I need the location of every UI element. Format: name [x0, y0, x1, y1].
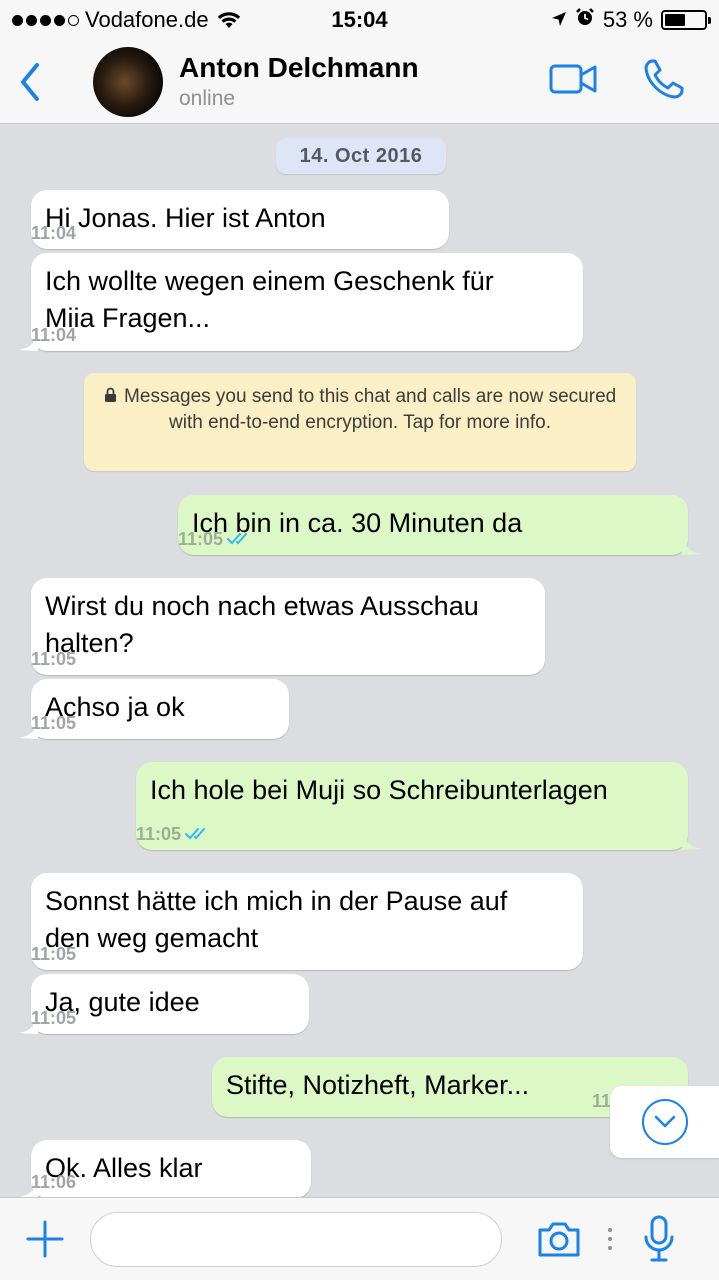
battery-percent: 53 % [602, 7, 653, 32]
message-text: Hi Jonas. Hier ist Anton [45, 203, 326, 233]
message-bubble-outgoing[interactable]: Ich hole bei Muji so Schreibunterlagen 1… [136, 762, 702, 850]
bubble-tail [18, 1180, 38, 1197]
message-input[interactable] [90, 1211, 502, 1267]
back-button[interactable] [0, 40, 60, 124]
microphone-icon [644, 1215, 674, 1262]
message-text: Ich hole bei Muji so Schreibunterlagen [150, 775, 608, 805]
battery-icon [661, 10, 711, 30]
message-bubble-incoming[interactable]: Achso ja ok 11:05 [18, 679, 289, 739]
contact-name: Anton Delchmann [179, 51, 419, 83]
phone-icon [644, 59, 684, 99]
bubble-tail [682, 832, 702, 850]
double-check-icon [185, 828, 206, 840]
wifi-icon [217, 11, 241, 29]
message-time: 11:05 [136, 824, 182, 844]
bubble-tail [18, 1016, 38, 1034]
message-bubble-incoming[interactable]: Wirst du noch nach etwas Ausschau halten… [31, 578, 545, 675]
video-call-button[interactable] [549, 64, 597, 99]
more-options-icon[interactable] [608, 1228, 612, 1250]
message-bubble-incoming[interactable]: Hi Jonas. Hier ist Anton 11:04 [31, 190, 449, 249]
status-bar: Vodafone.de 15:04 53 % [0, 0, 719, 40]
voice-call-button[interactable] [643, 58, 685, 105]
message-bubble-incoming[interactable]: Ja, gute idee 11:05 [18, 974, 309, 1034]
contact-status: online [179, 86, 236, 110]
message-bubble-incoming[interactable]: Ich wollte wegen einem Geschenk für Miia… [18, 253, 583, 351]
chat-area[interactable]: 14. Oct 2016 Hi Jonas. Hier ist Anton 11… [0, 124, 719, 1197]
message-bubble-incoming[interactable]: Sonnst hätte ich mich in der Pause auf d… [31, 873, 583, 970]
message-text: Sonnst hätte ich mich in der Pause auf d… [45, 886, 508, 953]
location-arrow-icon [551, 7, 567, 33]
carrier-name: Vodafone.de [85, 7, 209, 32]
chat-header: Anton Delchmann online [0, 40, 719, 124]
message-text: Ich bin in ca. 30 Minuten da [192, 508, 523, 538]
encryption-notice[interactable]: Messages you send to this chat and calls… [84, 373, 636, 471]
avatar[interactable] [93, 46, 163, 117]
chevron-left-icon [21, 62, 39, 101]
message-text: Ja, gute idee [45, 987, 200, 1017]
camera-button[interactable] [536, 1219, 582, 1259]
bubble-tail [682, 537, 702, 555]
encryption-notice-text: Messages you send to this chat and calls… [124, 386, 617, 433]
video-camera-icon [549, 64, 597, 94]
bubble-tail [18, 721, 38, 739]
message-bubble-incoming[interactable]: Ok. Alles klar 11:06 [18, 1140, 311, 1197]
plus-icon [26, 1220, 64, 1258]
bubble-tail [18, 333, 38, 351]
lock-icon [104, 387, 116, 402]
message-text: Ich wollte wegen einem Geschenk für Miia… [45, 266, 494, 333]
microphone-button[interactable] [642, 1215, 676, 1263]
message-text: Ok. Alles klar [45, 1153, 203, 1183]
message-text: Achso ja ok [45, 692, 185, 722]
message-bubble-outgoing[interactable]: Ich bin in ca. 30 Minuten da 11:05 [178, 495, 702, 555]
message-text: Wirst du noch nach etwas Ausschau halten… [45, 591, 479, 658]
message-text: Stifte, Notizheft, Marker... [226, 1070, 530, 1100]
chevron-down-icon [654, 1115, 675, 1128]
scroll-to-bottom-button[interactable] [610, 1086, 719, 1158]
alarm-icon [575, 7, 595, 33]
signal-strength-icon [12, 14, 79, 26]
input-bar [0, 1197, 719, 1280]
date-chip: 14. Oct 2016 [276, 138, 446, 174]
contact-info[interactable]: Anton Delchmann online [179, 51, 419, 113]
camera-icon [538, 1222, 580, 1257]
attach-button[interactable] [26, 1220, 64, 1258]
